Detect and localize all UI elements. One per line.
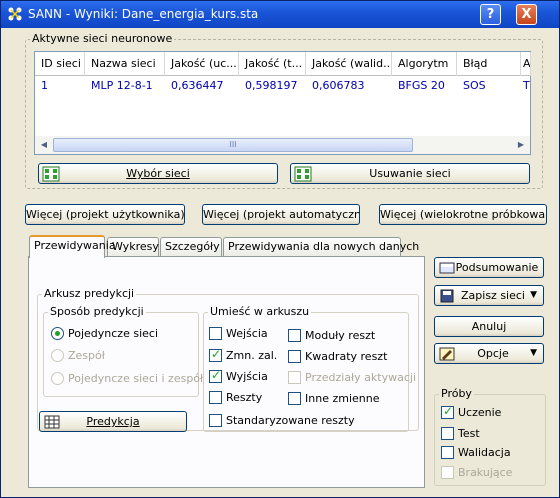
method-single-and-ensemble-label: Pojedyncze sieci i zespół (68, 372, 204, 385)
place-outputs-label: Wyjścia (226, 370, 268, 383)
table-cell: SOS (463, 79, 486, 92)
save-disk-icon (440, 289, 454, 303)
table-cell: 0,598197 (245, 79, 298, 92)
active-networks-label: Aktywne sieci neuronowe (30, 32, 175, 45)
place-abs-residuals-label: Moduły reszt (305, 329, 376, 342)
tab-new-data-predictions[interactable]: Przewidywania dla nowych danych (223, 237, 419, 257)
column-header[interactable]: Błąd (457, 52, 521, 76)
place-activation-ranges-label: Przedziały aktywacji (305, 371, 417, 384)
network-grid-icon (42, 166, 60, 182)
method-single-radio[interactable] (51, 327, 64, 340)
save-networks-button[interactable]: Zapisz sieci ▼ (434, 285, 544, 306)
method-ensemble-label: Zespół (68, 349, 105, 362)
select-networks-button[interactable]: Wybór sieci (38, 163, 278, 184)
network-grid-icon (294, 166, 312, 182)
save-networks-label: Zapisz sieci (461, 289, 525, 302)
sample-validation-checkbox[interactable] (441, 446, 454, 459)
tab-predictions[interactable]: Przewidywania (29, 235, 116, 258)
sample-test-label: Test (458, 427, 480, 440)
predictions-tab-panel: Arkusz predykcji Sposób predykcji Pojedy… (28, 256, 425, 488)
options-label: Opcje (477, 347, 509, 360)
column-header[interactable]: Algorytm (392, 52, 457, 76)
place-std-residuals-label: Standaryzowane reszty (226, 414, 355, 427)
sample-missing-checkbox[interactable] (441, 466, 454, 479)
sann-app-icon (8, 7, 22, 21)
column-header[interactable]: Jakość (walid... (306, 52, 392, 76)
place-activation-ranges-checkbox[interactable] (288, 371, 301, 384)
scroll-left-icon[interactable]: ◀ (37, 138, 51, 152)
horizontal-scrollbar[interactable]: ◀ III ▶ (35, 136, 530, 154)
prediction-method-label: Sposób predykcji (48, 305, 146, 318)
column-header[interactable]: Nazwa sieci (85, 52, 165, 76)
cancel-button[interactable]: Anuluj (434, 316, 544, 337)
sample-training-label: Uczenie (458, 406, 502, 419)
place-other-vars-label: Inne zmienne (305, 392, 380, 405)
place-std-residuals-checkbox[interactable] (209, 414, 222, 427)
table-row[interactable]: 1 MLP 12-8-1 0,636447 0,598197 0,606783 … (35, 76, 530, 96)
help-button[interactable]: ? (480, 4, 501, 25)
options-icon (439, 347, 455, 361)
remove-networks-label: Usuwanie sieci (369, 167, 451, 180)
place-inputs-checkbox[interactable] (209, 327, 222, 340)
place-sq-residuals-label: Kwadraty reszt (305, 350, 388, 363)
window-title: SANN - Wyniki: Dane_energia_kurs.sta (28, 7, 259, 21)
title-bar[interactable]: SANN - Wyniki: Dane_energia_kurs.sta ? X (1, 1, 559, 28)
column-header[interactable]: ID sieci (35, 52, 85, 76)
summary-button[interactable]: Podsumowanie (434, 257, 544, 278)
place-residuals-label: Reszty (226, 391, 263, 404)
method-ensemble-radio[interactable] (51, 349, 64, 362)
table-cell: 0,606783 (312, 79, 365, 92)
prediction-sheet-label: Arkusz predykcji (42, 287, 137, 300)
select-networks-label: Wybór sieci (126, 167, 190, 180)
place-targets-checkbox[interactable] (209, 347, 222, 362)
table-cell: BFGS 20 (398, 79, 445, 92)
scroll-thumb[interactable]: III (53, 138, 413, 152)
chevron-down-icon: ▼ (530, 290, 537, 300)
networks-table[interactable]: ID sieci Nazwa sieci Jakość (uc... Jakoś… (34, 51, 531, 155)
table-cell: MLP 12-8-1 (91, 79, 153, 92)
table-cell: T (523, 79, 530, 92)
column-header[interactable]: Jakość (t... (239, 52, 306, 76)
place-sq-residuals-checkbox[interactable] (288, 350, 301, 363)
method-single-and-ensemble-radio[interactable] (51, 372, 64, 385)
scroll-right-icon[interactable]: ▶ (514, 138, 528, 152)
place-abs-residuals-checkbox[interactable] (288, 329, 301, 342)
more-resampling-button[interactable]: Więcej (wielokrotne próbkowanie) (379, 204, 547, 225)
samples-label: Próby (439, 387, 474, 400)
column-header[interactable]: A (521, 52, 531, 76)
predict-label: Predykcja (86, 415, 140, 428)
spreadsheet-icon (44, 415, 60, 429)
sample-missing-label: Brakujące (458, 466, 513, 479)
table-cell: 1 (41, 79, 48, 92)
summary-icon (439, 262, 455, 274)
sample-validation-label: Walidacja (458, 446, 511, 459)
column-header[interactable]: Jakość (uc... (165, 52, 239, 76)
place-other-vars-checkbox[interactable] (288, 392, 301, 405)
place-inputs-label: Wejścia (226, 327, 268, 340)
tab-details[interactable]: Szczegóły (160, 237, 222, 257)
method-single-label: Pojedyncze sieci (68, 327, 159, 340)
place-residuals-checkbox[interactable] (209, 391, 222, 404)
more-user-project-button[interactable]: Więcej (projekt użytkownika) (25, 204, 185, 225)
sann-results-window: SANN - Wyniki: Dane_energia_kurs.sta ? X… (0, 0, 560, 498)
place-in-sheet-label: Umieść w arkuszu (208, 305, 312, 318)
table-cell: 0,636447 (171, 79, 224, 92)
place-targets-label: Zmn. zal. (226, 349, 278, 362)
close-button[interactable]: X (516, 4, 537, 25)
chevron-down-icon: ▼ (530, 348, 537, 358)
more-auto-project-button[interactable]: Więcej (projekt automatyczny) (202, 204, 360, 225)
predict-button[interactable]: Predykcja (39, 411, 187, 432)
sample-training-checkbox[interactable] (441, 404, 454, 419)
remove-networks-button[interactable]: Usuwanie sieci (290, 163, 530, 184)
table-header: ID sieci Nazwa sieci Jakość (uc... Jakoś… (35, 52, 531, 76)
options-button[interactable]: Opcje ▼ (434, 343, 544, 364)
sample-test-checkbox[interactable] (441, 427, 454, 440)
place-outputs-checkbox[interactable] (209, 368, 222, 383)
